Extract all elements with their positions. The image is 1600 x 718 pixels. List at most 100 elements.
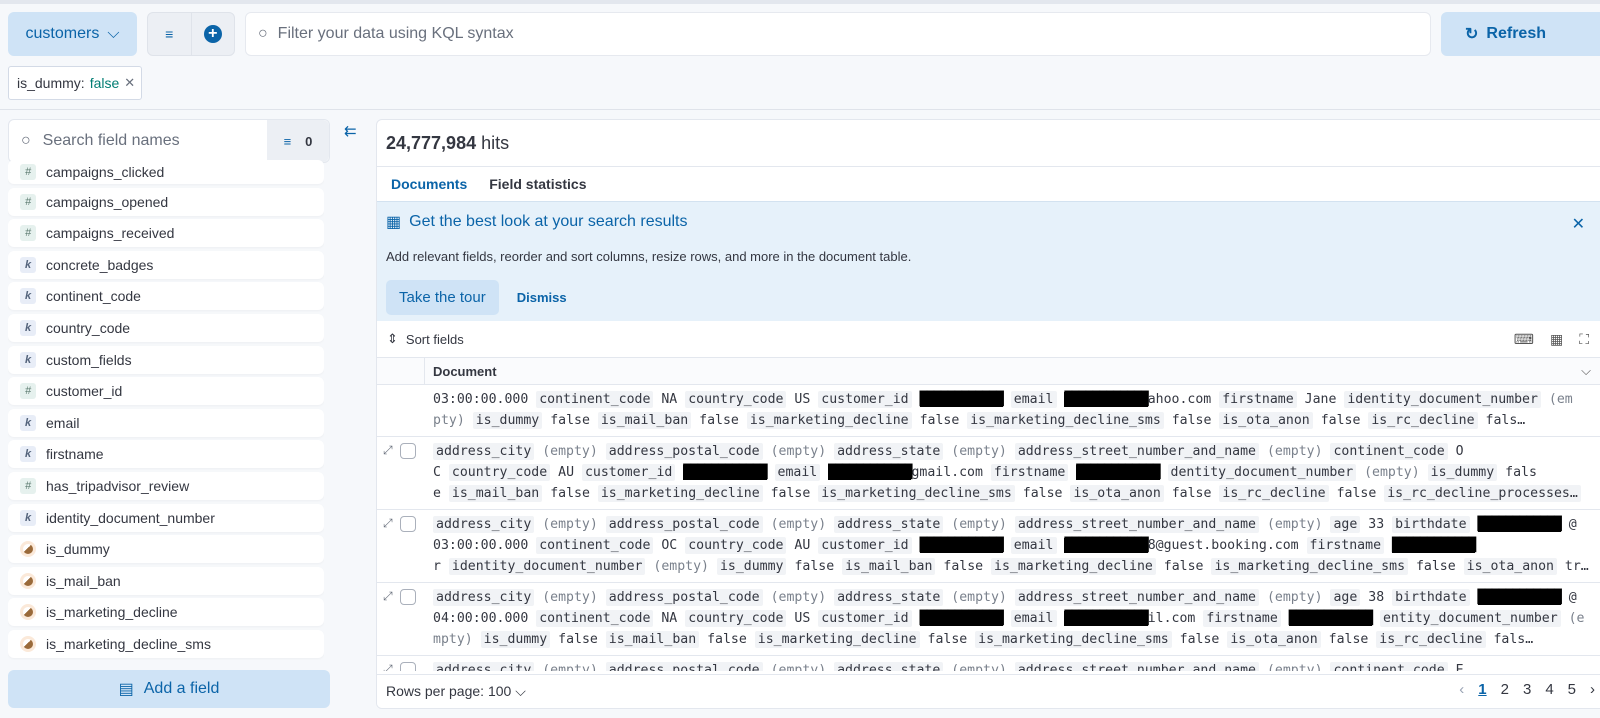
field-key: continent_code [1330, 662, 1448, 671]
field-value: false [919, 413, 960, 428]
take-tour-button[interactable]: Take the tour [386, 280, 499, 315]
expand-icon[interactable]: ⤢ [383, 516, 393, 531]
filter-pill[interactable]: is_dummy: false ✕ [8, 66, 142, 100]
dismiss-button[interactable]: Dismiss [507, 290, 577, 305]
keyword-type-icon: k [20, 288, 36, 305]
field-item[interactable]: k continent_code [8, 282, 324, 311]
page-button[interactable]: 2 [1501, 681, 1509, 698]
collapse-sidebar-icon[interactable]: ⇇ [344, 122, 357, 140]
field-key: email [1010, 537, 1057, 554]
field-item[interactable]: k firstname [8, 440, 324, 469]
boolean-type-icon [20, 604, 36, 621]
field-item[interactable]: is_marketing_decline_sms [8, 629, 324, 658]
redacted-value: ████████████ [683, 465, 768, 480]
row-checkbox[interactable] [399, 516, 416, 532]
keyword-type-icon: k [20, 446, 36, 463]
field-item[interactable]: # customer_id [8, 377, 324, 406]
boolean-type-icon [20, 541, 36, 558]
field-value: false [550, 413, 590, 428]
field-name: campaigns_clicked [46, 164, 165, 180]
field-item[interactable]: k country_code [8, 313, 324, 342]
table-row[interactable]: ⤢ address_city (empty) address_postal_cod… [377, 510, 1600, 583]
field-item[interactable]: k email [8, 408, 324, 437]
expand-icon[interactable]: ⤢ [383, 443, 393, 458]
hits-label: hits [481, 132, 510, 153]
page-button[interactable]: 3 [1523, 681, 1531, 698]
row-checkbox[interactable] [399, 443, 416, 459]
field-key: address_city [433, 662, 535, 671]
table-row[interactable]: ⤢ address_city (empty) address_postal_cod… [377, 583, 1600, 656]
empty-value: (empty) [542, 590, 598, 605]
field-item[interactable]: # has_tripadvisor_review [8, 471, 324, 500]
row-checkbox[interactable] [399, 662, 416, 671]
chevron-right-icon[interactable]: › [1590, 681, 1595, 698]
tab-field-statistics[interactable]: Field statistics [489, 176, 586, 192]
close-icon[interactable]: ✕ [124, 75, 135, 91]
field-key: is_marketing_decline_sms [1211, 558, 1409, 575]
table-row[interactable]: 03:00:00.000 continent_code NA country_c… [377, 385, 1600, 437]
kql-input[interactable] [277, 25, 1378, 43]
empty-value: pty) [433, 413, 465, 428]
page-button[interactable]: 5 [1568, 681, 1576, 698]
add-filter-button[interactable]: + [192, 13, 235, 55]
callout-text: Add relevant fields, reorder and sort co… [386, 249, 912, 264]
field-item[interactable]: # campaigns_received [8, 219, 324, 248]
keyboard-icon[interactable]: ⌨ [1514, 331, 1534, 348]
field-value: false [927, 632, 968, 647]
field-key: address_state [834, 662, 944, 671]
field-value: e [433, 486, 441, 501]
divider [0, 109, 1600, 110]
data-view-selector[interactable]: customers ⌵ [8, 12, 137, 56]
field-key: is_ota_anon [1227, 631, 1321, 648]
redacted-value: ████████████ [919, 611, 1004, 626]
chevron-left-icon[interactable]: ‹ [1459, 681, 1464, 698]
field-key: is_rc_decline [1368, 412, 1478, 429]
refresh-button[interactable]: ↻ Refresh [1441, 12, 1600, 56]
field-item[interactable]: is_mail_ban [8, 566, 324, 595]
row-checkbox[interactable] [399, 589, 416, 605]
empty-value: (em [1548, 392, 1573, 407]
display-settings-icon[interactable]: ▦ [1550, 331, 1563, 348]
field-item[interactable]: # campaigns_clicked [8, 160, 324, 184]
expand-icon[interactable]: ⤢ [383, 662, 393, 671]
field-key: is_marketing_decline_sms [975, 631, 1172, 648]
field-value: Jane [1304, 392, 1337, 407]
close-icon[interactable]: ✕ [1572, 214, 1585, 234]
field-key: continent_code [536, 537, 654, 554]
field-name: customer_id [46, 383, 123, 400]
redacted-value: ████████████ [1064, 538, 1149, 553]
field-item[interactable]: # campaigns_opened [8, 187, 324, 216]
fullscreen-icon[interactable]: ⛶ [1579, 331, 1589, 348]
field-item[interactable]: is_dummy [8, 535, 324, 564]
table-icon: ▦ [386, 214, 402, 231]
field-name: identity_document_number [46, 509, 215, 526]
field-item[interactable]: k concrete_badges [8, 250, 324, 279]
field-key: is_marketing_decline [991, 558, 1156, 575]
empty-value: (empty) [542, 444, 598, 459]
table-row[interactable]: ⤢ address_city (empty) address_postal_cod… [377, 656, 1600, 671]
tab-documents[interactable]: Documents [391, 176, 467, 192]
field-item[interactable]: k identity_document_number [8, 503, 324, 532]
field-filter-button[interactable]: ≡ 0 [267, 120, 329, 162]
table-row[interactable]: ⤢ address_city (empty) address_postal_cod… [377, 437, 1600, 510]
field-value: NA [661, 392, 678, 407]
field-search-input[interactable]: Search field names [43, 132, 180, 150]
column-header-document[interactable]: Document [425, 364, 497, 379]
filter-menu-button[interactable]: ≡ [148, 13, 192, 55]
empty-value: (empty) [1364, 465, 1420, 480]
field-item[interactable]: is_marketing_decline [8, 598, 324, 627]
chevron-down-icon[interactable]: ⌵ [1573, 363, 1591, 379]
field-list: # campaigns_clicked # campaigns_opened # camp… [8, 160, 324, 660]
rows-per-page-selector[interactable]: Rows per page: 100 ⌵ [386, 683, 526, 700]
page-button[interactable]: 1 [1478, 681, 1486, 698]
page-button[interactable]: 4 [1545, 681, 1553, 698]
field-key: address_state [834, 443, 944, 460]
redacted-value: ████████████ [1477, 517, 1562, 532]
expand-icon[interactable]: ⤢ [383, 589, 393, 604]
field-key: is_rc_decline [1219, 485, 1329, 502]
sort-fields-button[interactable]: Sort fields [406, 332, 464, 347]
field-item[interactable]: k custom_fields [8, 345, 324, 374]
empty-value: (empty) [542, 663, 598, 671]
document-cell: address_city (empty) address_postal_code… [433, 660, 1600, 671]
add-field-button[interactable]: ▤ Add a field [8, 670, 330, 708]
